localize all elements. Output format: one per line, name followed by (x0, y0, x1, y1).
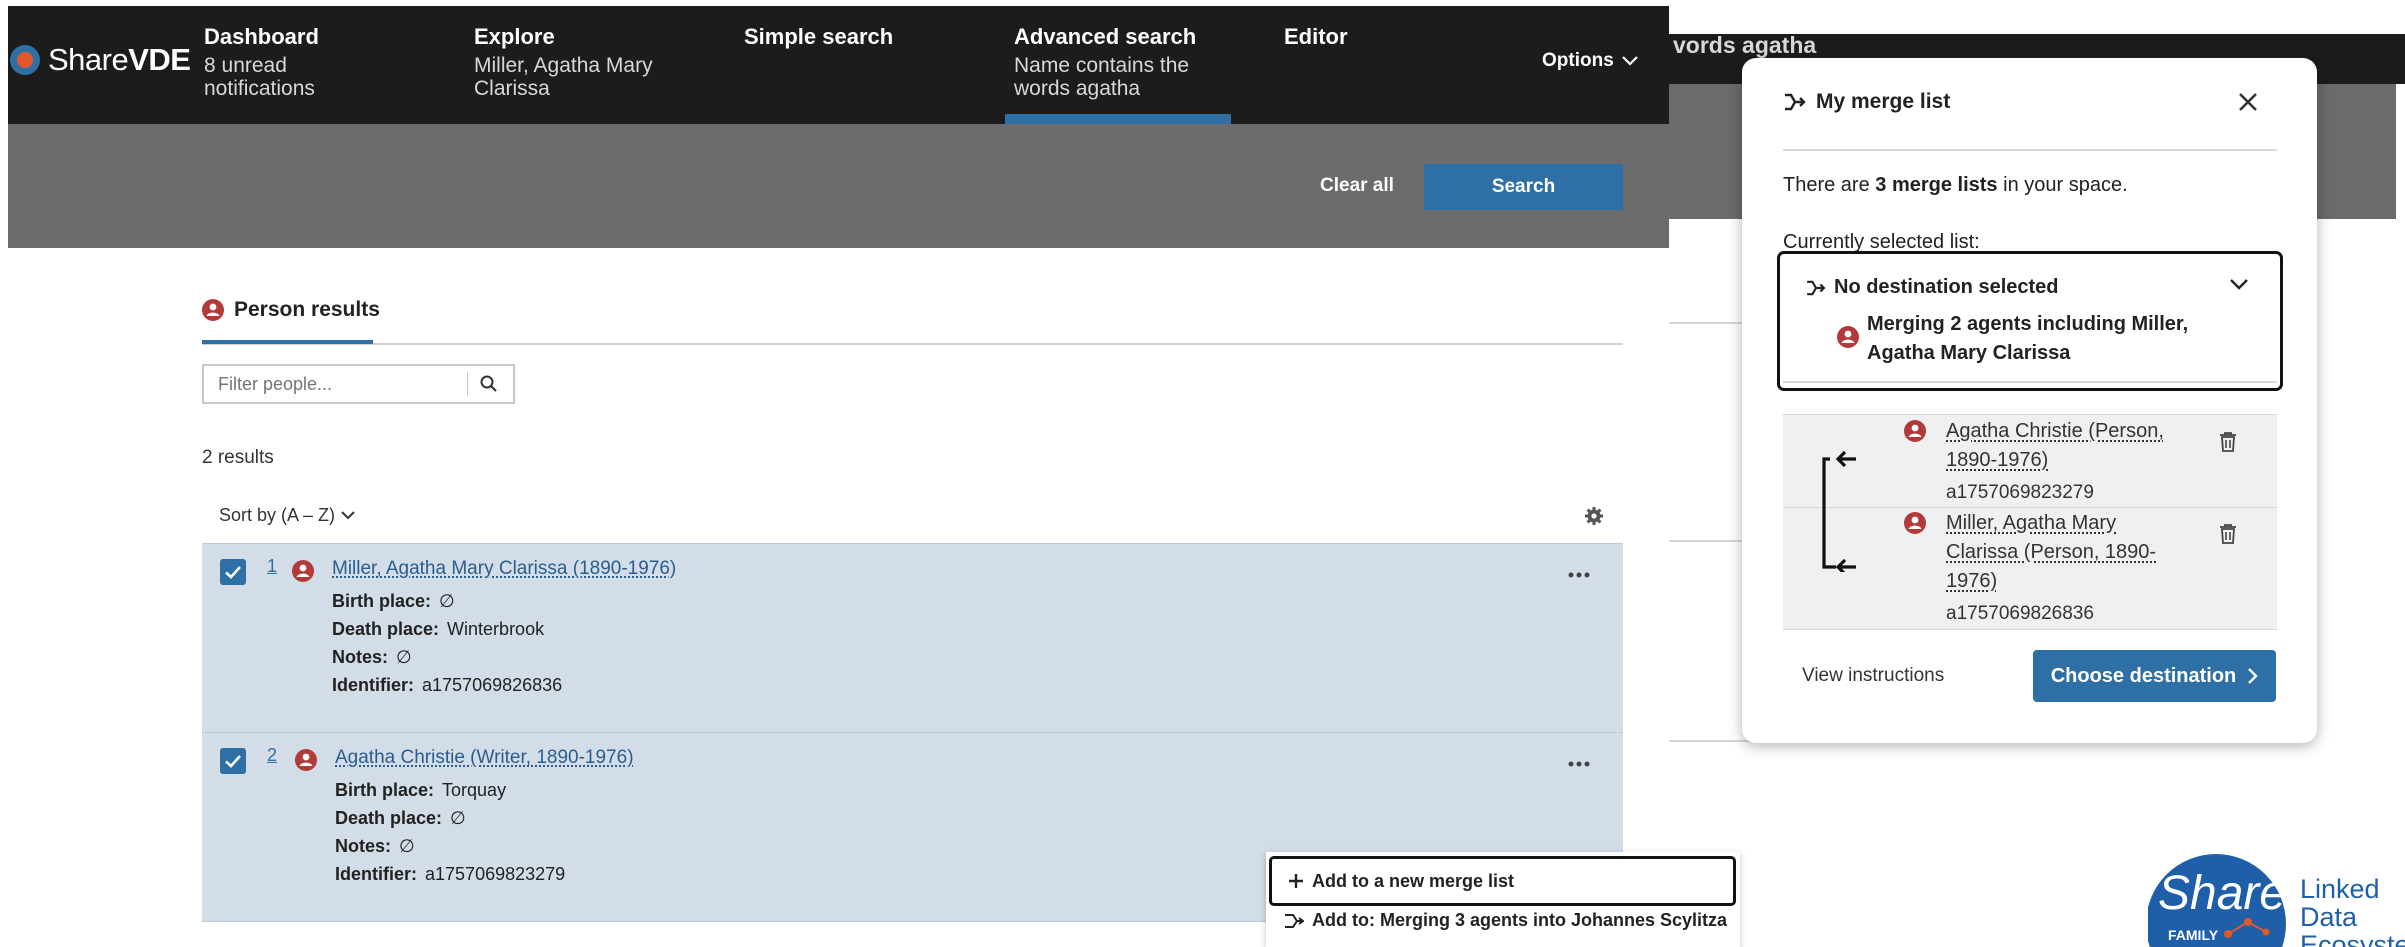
results-count: 2 results (202, 447, 274, 468)
result-field-notes: Notes: ∅ (332, 647, 412, 667)
selected-list-summary: Merging 2 agents including Miller, Agath… (1867, 313, 2189, 364)
result-row: 1 Miller, Agatha Mary Clarissa (1890-197… (202, 543, 1623, 732)
result-field-notes: Notes: ∅ (335, 836, 415, 856)
nav-item-label: Dashboard (204, 24, 319, 49)
button-label: Choose destination (2050, 664, 2237, 687)
clear-all-button[interactable]: Clear all (1320, 175, 1394, 197)
active-tab-indicator (202, 340, 373, 344)
options-menu-button[interactable]: Options (1542, 50, 1638, 72)
merge-item-title-link[interactable]: Agatha Christie (Person, 1890-1976) (1946, 417, 2168, 475)
search-icon[interactable] (479, 374, 499, 394)
nav-item-label: Advanced search (1014, 24, 1197, 49)
view-instructions-link[interactable]: View instructions (1802, 665, 1944, 687)
nav-item-sub: Miller, Agatha Mary Clarissa (474, 54, 653, 100)
sharevde-logo-icon (10, 45, 40, 75)
nav-item-label: Simple search (744, 24, 894, 49)
choose-destination-button[interactable]: Choose destination (2033, 650, 2276, 702)
filter-separator (467, 372, 468, 396)
menu-item-label: Add to a new merge list (1312, 870, 1515, 891)
destination-label: No destination selected (1806, 276, 2059, 299)
search-button[interactable]: Search (1424, 164, 1623, 210)
nav-item-sub: Name contains the words agatha (1014, 54, 1190, 100)
result-field-birth-place: Birth place: Torquay (335, 780, 507, 800)
result-field-identifier: Identifier: a1757069823279 (335, 864, 566, 884)
result-field-death-place: Death place: ∅ (335, 808, 466, 828)
merge-icon (1285, 913, 1304, 928)
merge-icon (1785, 93, 1806, 111)
plus-icon (1289, 874, 1303, 888)
person-icon (1904, 420, 1926, 442)
close-icon[interactable] (2237, 91, 2259, 113)
advanced-search-panel (8, 124, 1669, 248)
active-tab-indicator (1005, 114, 1231, 124)
sort-dropdown[interactable]: Sort by (A – Z) (219, 505, 355, 526)
menu-item-add-to-new-merge-list[interactable]: Add to a new merge list (1269, 856, 1736, 906)
options-label: Options (1542, 50, 1614, 71)
result-title-link[interactable]: Agatha Christie (Writer, 1890-1976) (335, 747, 634, 769)
sort-label: Sort by (A – Z) (219, 505, 336, 525)
more-actions-icon[interactable] (1568, 572, 1590, 578)
drawer-title-text: My merge list (1816, 90, 1951, 113)
more-actions-icon[interactable] (1568, 761, 1590, 767)
filter-people-field (202, 364, 515, 404)
share-family-logo-text: FAMILY (2168, 927, 2219, 943)
result-field-identifier: Identifier: a1757069826836 (332, 675, 563, 695)
background-page-text: vords agatha (1673, 32, 1817, 58)
result-number[interactable]: 1 (267, 556, 277, 577)
merge-icon (1807, 280, 1826, 295)
person-icon (1837, 326, 1859, 348)
drawer-divider (1783, 381, 2277, 383)
checkmark-icon (225, 755, 241, 768)
merge-item-title-link[interactable]: Miller, Agatha Mary Clarissa (Person, 18… (1946, 509, 2168, 596)
tab-person-results[interactable]: Person results (202, 298, 380, 322)
share-family-logo-text: Linked (2300, 874, 2380, 904)
filter-people-input[interactable] (216, 373, 458, 396)
merge-item-identifier: a1757069823279 (1946, 482, 2094, 503)
merge-item-identifier: a1757069826836 (1946, 603, 2094, 624)
chevron-down-icon (341, 511, 355, 520)
result-title-link[interactable]: Miller, Agatha Mary Clarissa (1890-1976) (332, 558, 676, 580)
chevron-down-icon (1622, 56, 1638, 66)
nav-item-sub: 8 unread notifications (204, 54, 315, 100)
destination-text: No destination selected (1834, 276, 2059, 298)
trash-icon[interactable] (2219, 524, 2237, 544)
result-field-death-place: Death place: Winterbrook (332, 619, 545, 639)
share-family-logo: Share FAMILY Linked Data Ecosystem (2148, 854, 2405, 947)
drawer-title: My merge list (1784, 90, 1950, 114)
trash-icon[interactable] (2219, 432, 2237, 452)
menu-item-add-to-existing-list[interactable]: Add to: Merging 3 agents into Johannes S… (1284, 910, 1727, 931)
checkmark-icon (225, 566, 241, 579)
menu-item-label: Add to: Merging 3 agents into Johannes S… (1312, 910, 1728, 930)
brand-wordmark: ShareVDE (48, 42, 191, 77)
tab-label: Person results (234, 298, 380, 321)
result-checkbox[interactable] (220, 748, 246, 774)
merge-list-count-text: There are 3 merge lists in your space. (1783, 174, 2128, 196)
share-family-logo-text: Data (2300, 902, 2358, 932)
result-number[interactable]: 2 (267, 745, 277, 766)
chevron-down-icon[interactable] (2230, 279, 2248, 290)
share-family-logo-text: Share (2158, 867, 2286, 920)
person-icon (295, 749, 317, 771)
merge-list-drawer (1742, 58, 2317, 743)
share-family-logo-text: Ecosystem (2300, 930, 2405, 947)
settings-gear-icon[interactable] (1584, 506, 1604, 526)
nav-item-label: Explore (474, 24, 555, 49)
drawer-divider (1783, 149, 2277, 151)
chevron-right-icon (2248, 668, 2258, 684)
result-checkbox[interactable] (220, 559, 246, 585)
result-field-birth-place: Birth place: ∅ (332, 591, 455, 611)
tab-divider (202, 343, 1623, 345)
sharevde-logo[interactable]: ShareVDE (8, 30, 191, 90)
person-icon (1904, 512, 1926, 534)
person-icon (202, 299, 224, 321)
merge-bracket-icon (1822, 450, 1856, 572)
person-icon (292, 560, 314, 582)
nav-item-label: Editor (1284, 24, 1348, 49)
